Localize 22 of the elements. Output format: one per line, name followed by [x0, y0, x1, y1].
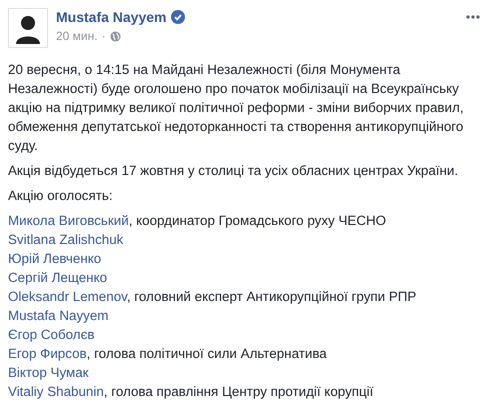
post-paragraph: Акція відбудеться 17 жовтня у столиці та усіх обласних центрах України.: [8, 162, 460, 180]
profile-link[interactable]: Єгор Соболєв: [8, 327, 95, 342]
avatar[interactable]: [8, 8, 48, 48]
profile-link[interactable]: Mustafa Nayyem: [8, 308, 108, 323]
profile-link[interactable]: Віктор Чумак: [8, 365, 88, 380]
profile-link[interactable]: Егор Фирсов: [8, 346, 87, 361]
announcer-line: Oleksandr Lemenov, головний експерт Антикорупційної групи РПР: [8, 288, 418, 306]
announcer-line: Микола Виговський, координатор Громадського руху ЧЕСНО: [8, 212, 388, 230]
more-options-icon[interactable]: [466, 15, 480, 19]
profile-link[interactable]: Сергій Лещенко: [8, 270, 108, 285]
announcer-line: Егор Фирсов, голова політичної сили Альтернатива: [8, 345, 328, 363]
separator-text: ·: [102, 29, 106, 43]
profile-link[interactable]: Oleksandr Lemenov: [8, 289, 127, 304]
globe-icon[interactable]: [110, 30, 121, 42]
profile-link[interactable]: Юрій Левченко: [8, 251, 102, 266]
post-paragraph: 20 вересня, о 14:15 на Майдані Незалежності (біля Монумента Незалежності) буде оголошено про початок мобілізації на Всеукраїнську акцію на підтримку великої політичної реформи - зміни виборчих правил, обмеження депутатської недоторканності та створення антикорупційного суду.: [8, 61, 465, 155]
announcer-line: Vitaliy Shabunin, голова правління Центру протидії корупції: [8, 383, 374, 401]
profile-link[interactable]: Vitaliy Shabunin: [8, 384, 104, 399]
profile-link[interactable]: Svitlana Zalishchuk: [8, 232, 124, 247]
post-paragraph: Акцію оголосять:: [8, 187, 114, 205]
author-name-link[interactable]: Mustafa Nayyem: [56, 9, 166, 25]
profile-link[interactable]: Микола Виговський: [8, 213, 129, 228]
